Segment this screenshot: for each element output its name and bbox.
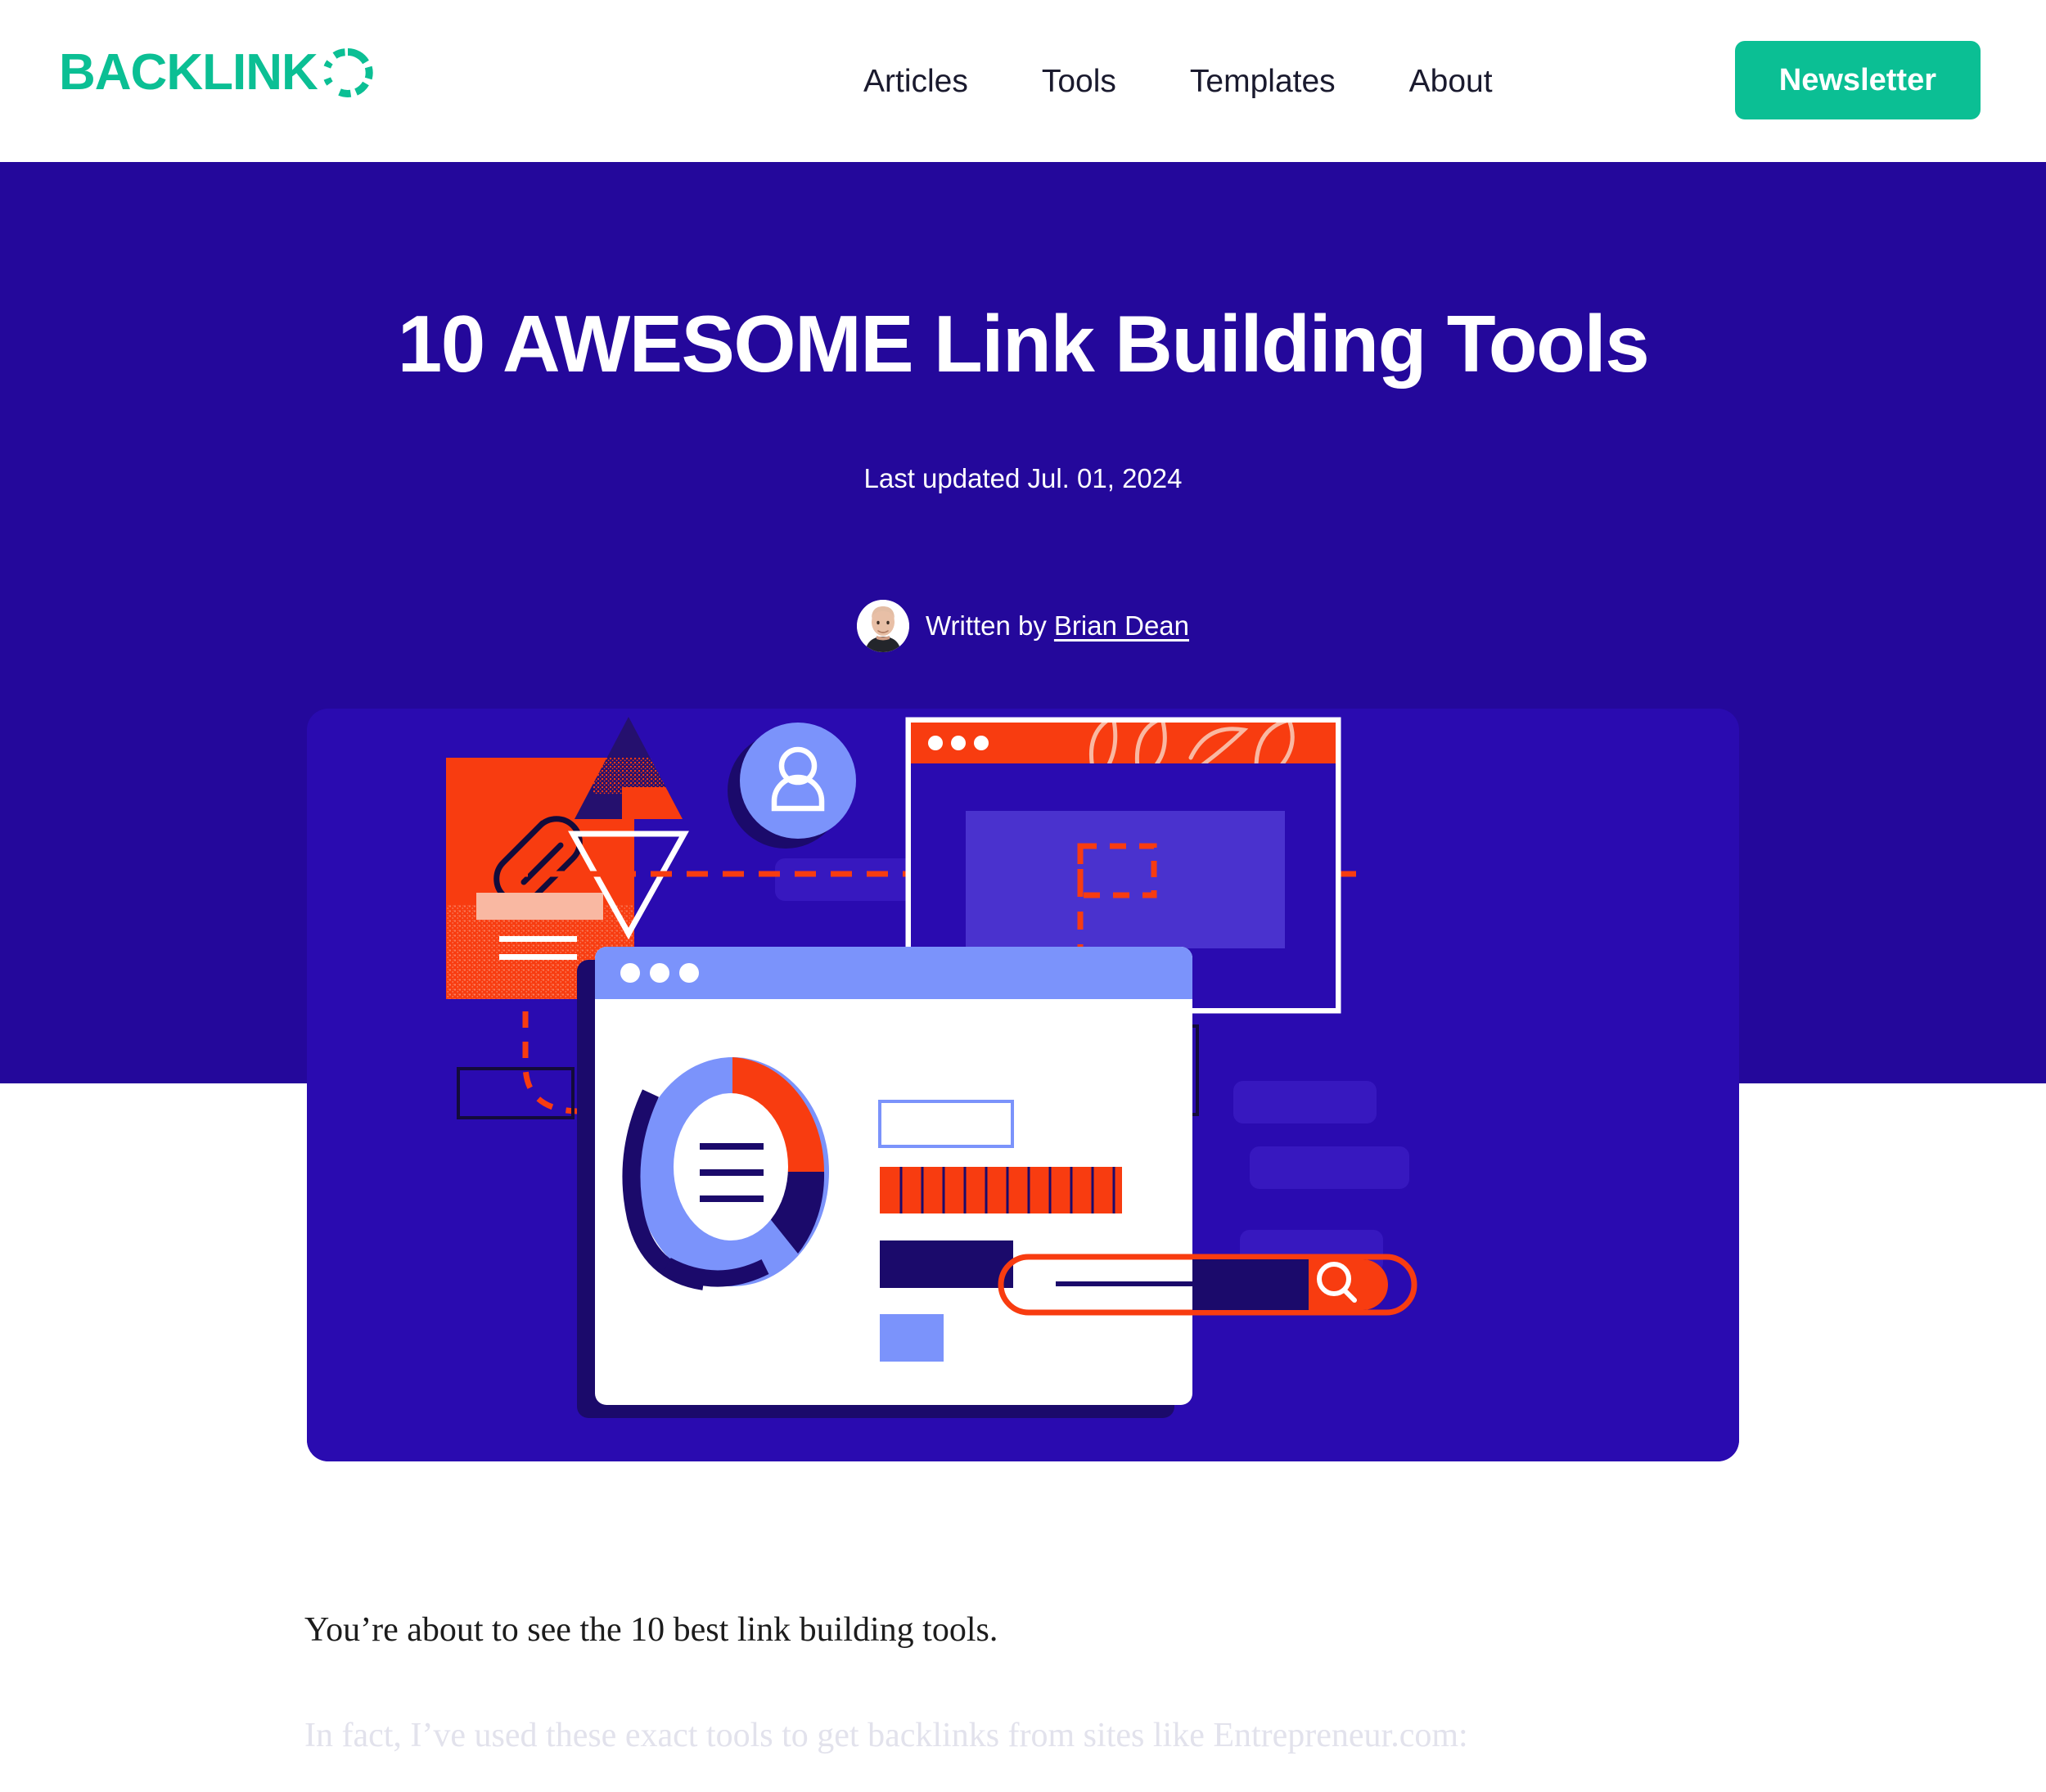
page-title: 10 AWESOME Link Building Tools	[397, 299, 1650, 389]
hero-illustration	[307, 709, 1739, 1461]
dark-bar	[880, 1240, 1013, 1288]
nav-item-tools[interactable]: Tools	[1005, 65, 1153, 97]
logo-wordmark: BACKLINK	[59, 44, 318, 101]
site-logo[interactable]: BACKLINK	[59, 47, 373, 98]
article-paragraph-1: You’re about to see the 10 best link bui…	[304, 1611, 998, 1649]
nav-item-templates[interactable]: Templates	[1153, 65, 1372, 97]
dashboard-window	[577, 947, 1192, 1418]
page-root: BACKLINK Articles Tools Templates About …	[0, 0, 2046, 1792]
author-avatar	[856, 600, 909, 652]
window-controls	[620, 963, 699, 983]
nav-item-about[interactable]: About	[1372, 65, 1530, 97]
dashed-circle-o-icon	[323, 47, 373, 97]
byline-text: Written by Brian Dean	[926, 610, 1189, 642]
striped-progress-bar	[880, 1167, 1122, 1213]
last-updated-text: Last updated Jul. 01, 2024	[863, 463, 1183, 493]
author-link[interactable]: Brian Dean	[1054, 610, 1189, 642]
blue-square	[880, 1314, 944, 1362]
byline: Written by Brian Dean	[0, 600, 2046, 652]
newsletter-button[interactable]: Newsletter	[1734, 41, 1981, 119]
hero-illustration-svg	[307, 709, 1739, 1461]
site-header: BACKLINK Articles Tools Templates About …	[0, 0, 2046, 162]
primary-navigation: Articles Tools Templates About	[827, 0, 1530, 162]
nav-item-articles[interactable]: Articles	[827, 65, 1005, 97]
article-paragraph-2: In fact, I’ve used these exact tools to …	[304, 1717, 1468, 1755]
article-body: You’re about to see the 10 best link bui…	[304, 1604, 1745, 1792]
written-by-label: Written by	[925, 610, 1047, 641]
